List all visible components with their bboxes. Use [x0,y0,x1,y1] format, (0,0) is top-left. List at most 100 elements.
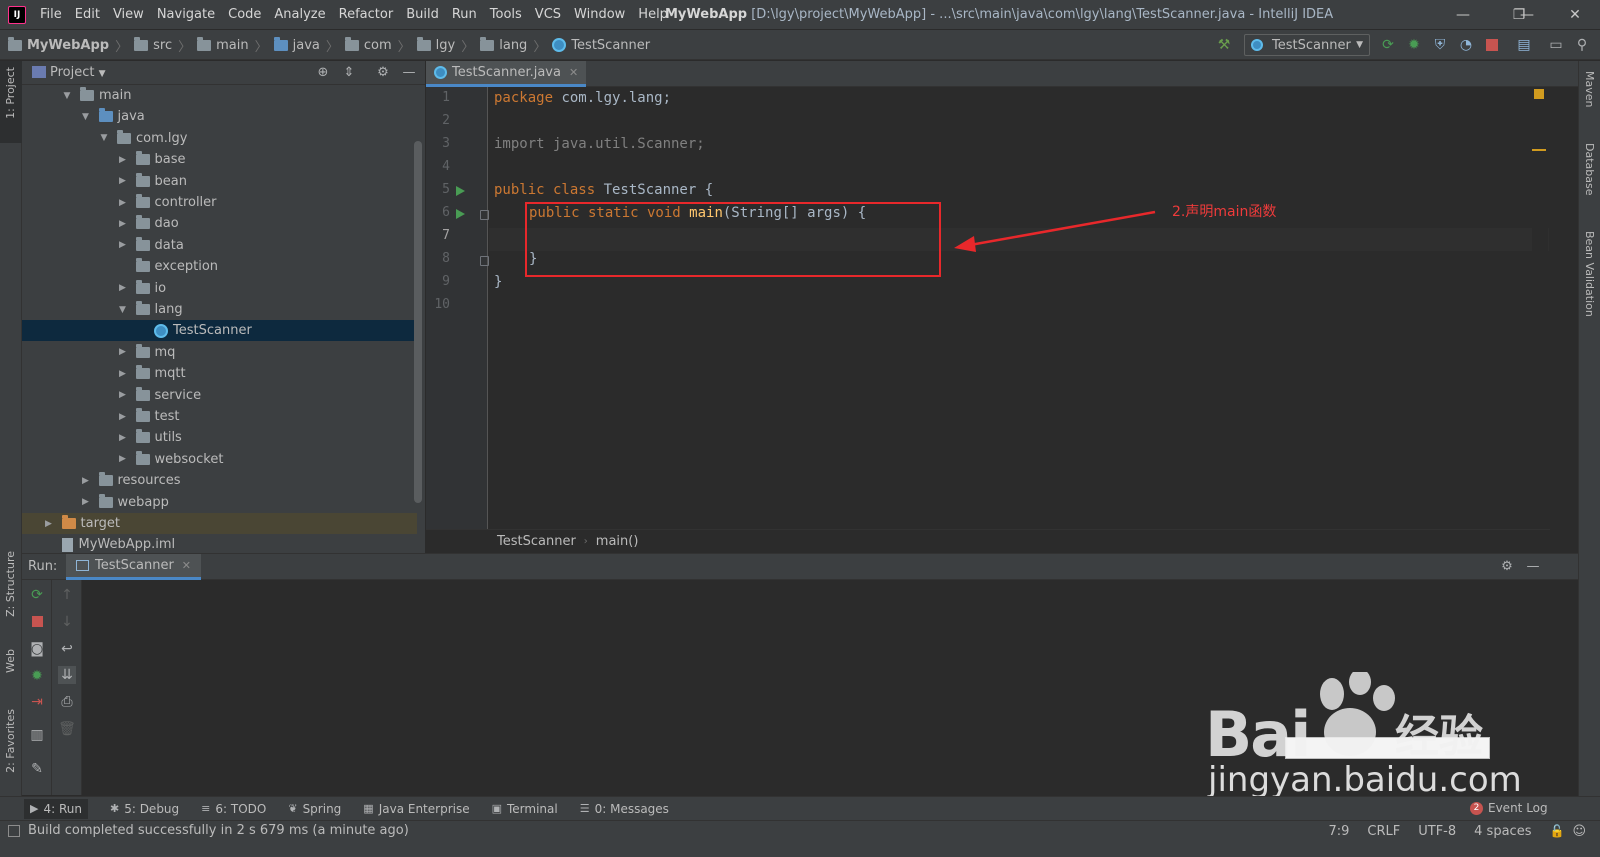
project-view-title[interactable]: Project ▼ [50,61,106,86]
lock-icon[interactable]: 🔓 [1549,824,1564,838]
tree-item[interactable]: ▶ service [22,385,417,406]
tree-item[interactable]: ▶ base [22,149,417,170]
rerun-icon[interactable]: ⟳ [1380,37,1396,53]
collapse-arrow-icon[interactable]: ▶ [118,390,128,400]
tool-tab-spring[interactable]: ❦ Spring [288,802,341,816]
file-encoding[interactable]: UTF-8 [1418,824,1456,839]
collapse-arrow-icon[interactable]: ▶ [118,454,128,464]
tree-item[interactable]: exception [22,256,417,277]
debug-bug-icon[interactable]: ✹ [28,667,46,685]
project-structure-icon[interactable]: ▤ [1516,37,1532,53]
pin-icon[interactable]: ✎ [28,760,46,778]
expand-arrow-icon[interactable]: ▼ [118,305,128,315]
tree-item[interactable]: TestScanner [22,320,417,342]
web-tool-tab[interactable]: Web [4,649,17,673]
breadcrumb-method[interactable]: main() [596,530,639,554]
run-configuration-select[interactable]: TestScanner ▼ [1244,34,1370,56]
tab-testscanner-java[interactable]: TestScanner.java ✕ [426,61,587,87]
toggle-tool-windows-icon[interactable] [8,825,20,837]
close-tab-icon[interactable]: ✕ [182,559,191,572]
tree-item[interactable]: ▼ lang [22,299,417,320]
menu-view[interactable]: View [113,0,144,30]
expand-arrow-icon[interactable]: ▼ [62,91,72,101]
tree-item[interactable]: ▼ java [22,106,417,127]
tree-item[interactable]: ▶ dao [22,213,417,234]
tree-item[interactable]: ▼ main [22,85,417,106]
tree-item[interactable]: ▶ resources [22,470,417,491]
collapse-arrow-icon[interactable]: ▶ [81,497,91,507]
breadcrumb-class[interactable]: TestScanner [497,530,576,554]
fold-icon[interactable] [480,210,489,220]
crumb-main[interactable]: main 〉 [197,36,268,55]
structure-tool-tab[interactable]: Z: Structure [4,551,17,617]
crumb-java[interactable]: java 〉 [273,36,339,55]
gear-icon[interactable]: ⚙ [374,64,392,82]
collapse-all-icon[interactable]: ⇕ [340,64,358,82]
crumb-project[interactable]: MyWebApp 〉 [8,36,128,55]
arrow-up-icon[interactable]: ↑ [58,586,76,604]
run-class-gutter-icon[interactable] [456,186,465,196]
caret-position[interactable]: 7:9 [1328,824,1349,839]
minimize-window-button[interactable]: — [1440,0,1486,30]
collapse-arrow-icon[interactable]: ▶ [44,519,54,529]
tree-item[interactable]: ▶ mq [22,342,417,363]
tree-item[interactable]: ▶ utils [22,427,417,448]
tree-item[interactable]: ▶ io [22,278,417,299]
warning-stripe-marker[interactable] [1532,149,1546,151]
profile-icon[interactable]: ◔ [1458,37,1474,53]
warning-marker-icon[interactable] [1534,89,1544,99]
crumb-class[interactable]: TestScanner [552,38,650,53]
coverage-icon[interactable]: ⛨ [1432,37,1448,53]
tool-tab-messages[interactable]: ☰ 0: Messages [580,802,669,816]
tree-item[interactable]: ▶ controller [22,192,417,213]
bean-validation-tool-tab[interactable]: Bean Validation [1583,231,1596,317]
line-separator[interactable]: CRLF [1367,824,1400,839]
menu-run[interactable]: Run [452,0,477,30]
locate-target-icon[interactable]: ⊕ [314,64,332,82]
collapse-arrow-icon[interactable]: ▶ [118,198,128,208]
menu-help[interactable]: Help [638,0,668,30]
restore-window-button[interactable]: ❐ [1496,0,1542,30]
layout-icon[interactable]: ▭ [1548,37,1564,53]
menu-refactor[interactable]: Refactor [339,0,394,30]
crumb-lgy[interactable]: lgy 〉 [416,36,474,55]
event-log-tab[interactable]: 2 Event Log [1470,801,1548,815]
tool-tab-todo[interactable]: ≡ 6: TODO [201,802,266,816]
search-icon[interactable]: ⚲ [1574,37,1590,53]
expand-arrow-icon[interactable]: ▼ [99,133,109,143]
tree-item[interactable]: ▶ websocket [22,449,417,470]
tree-item[interactable]: ▶ test [22,406,417,427]
menu-navigate[interactable]: Navigate [157,0,215,30]
menu-code[interactable]: Code [228,0,261,30]
tree-item[interactable]: ▶ bean [22,171,417,192]
crumb-com[interactable]: com 〉 [344,36,411,55]
code-editor[interactable]: package com.lgy.lang; import java.util.S… [489,87,1549,529]
close-tab-icon[interactable]: ✕ [569,66,578,79]
run-main-gutter-icon[interactable] [456,209,465,219]
print-icon[interactable]: ⎙ [58,693,76,711]
status-message[interactable]: Build completed successfully in 2 s 679 … [28,821,409,841]
collapse-arrow-icon[interactable]: ▶ [118,369,128,379]
tree-item[interactable]: ▶ webapp [22,492,417,513]
indent-setting[interactable]: 4 spaces [1474,824,1531,839]
collapse-arrow-icon[interactable]: ▶ [118,283,128,293]
project-tool-tab[interactable]: 1: Project [4,67,17,119]
collapse-arrow-icon[interactable]: ▶ [118,433,128,443]
tool-tab-java-enterprise[interactable]: ▦ Java Enterprise [363,802,469,816]
hide-panel-icon[interactable]: — [400,64,418,82]
tree-item[interactable]: ▶ target [22,513,417,534]
crumb-lang[interactable]: lang 〉 [480,36,546,55]
stop-icon[interactable] [1486,39,1498,51]
debug-bug-icon[interactable]: ✹ [1406,37,1422,53]
rerun-icon[interactable]: ⟳ [28,586,46,604]
collapse-arrow-icon[interactable]: ▶ [81,476,91,486]
hide-panel-icon[interactable]: — [1524,558,1542,576]
tree-item[interactable]: ▼ com.lgy [22,128,417,149]
database-tool-tab[interactable]: Database [1583,143,1596,196]
tree-item[interactable]: ▶ data [22,235,417,256]
tree-item[interactable]: ▶ mqtt [22,363,417,384]
expand-arrow-icon[interactable]: ▼ [81,112,91,122]
collapse-arrow-icon[interactable]: ▶ [118,219,128,229]
menu-edit[interactable]: Edit [75,0,100,30]
stop-icon[interactable] [28,614,46,632]
